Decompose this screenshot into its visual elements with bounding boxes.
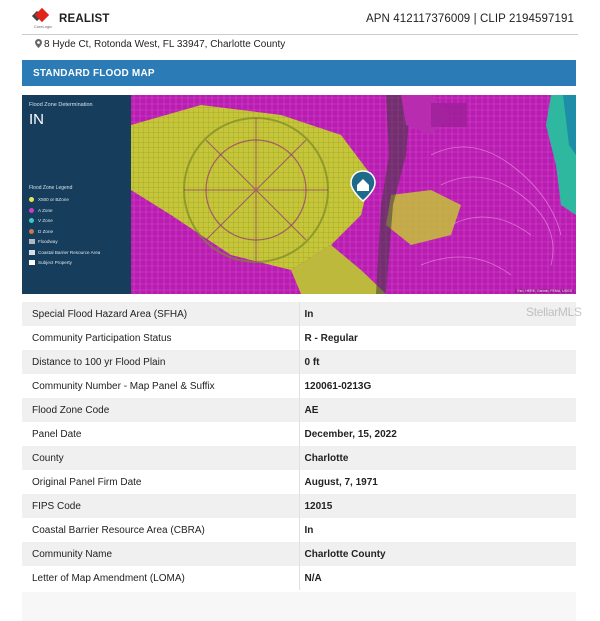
legend-swatch-icon xyxy=(29,260,35,265)
legend-item: Coastal Barrier Resource Area xyxy=(29,249,101,261)
table-row: Panel Date December, 15, 2022 xyxy=(22,422,576,446)
flood-map[interactable]: Flood Zone Determination IN Flood Zone L… xyxy=(22,95,576,294)
table-row: Community Number - Map Panel & Suffix 120… xyxy=(22,374,576,398)
row-value: August, 7, 1971 xyxy=(299,470,576,494)
map-legend-panel: Flood Zone Determination IN Flood Zone L… xyxy=(22,95,131,294)
table-row: Community Name Charlotte County xyxy=(22,542,576,566)
legend-label: A Zone xyxy=(38,207,53,213)
flood-details-table: Special Flood Hazard Area (SFHA) In Commun… xyxy=(22,302,576,590)
map-attribution: Esri, HERE, Garmin, FEMA, USGS xyxy=(515,289,574,293)
row-label: Community Number - Map Panel & Suffix xyxy=(22,374,300,398)
legend-swatch-icon xyxy=(29,218,34,223)
row-label: Special Flood Hazard Area (SFHA) xyxy=(22,302,300,326)
apn-clip: APN 412117376009 | CLIP 2194597191 xyxy=(365,13,574,25)
legend-item: Floodway xyxy=(29,239,100,250)
table-row: Community Participation Status R - Regula… xyxy=(22,326,576,350)
legend-swatch-icon xyxy=(29,228,34,234)
legend-label: Floodway xyxy=(38,239,58,244)
determination-label: Flood Zone Determination xyxy=(29,102,93,108)
watermark: StellarMLS xyxy=(526,305,582,319)
location-pin-icon xyxy=(35,39,42,48)
legend-swatch-icon xyxy=(29,239,35,244)
legend-item: D Zone xyxy=(29,228,100,240)
row-label: County xyxy=(22,446,300,470)
row-label: Original Panel Firm Date xyxy=(22,470,300,494)
row-value: In xyxy=(299,518,576,542)
footer-area xyxy=(22,592,576,621)
legend-item: X500 or BZone xyxy=(29,197,100,208)
table-row: Flood Zone Code AE xyxy=(22,398,576,422)
legend-swatch-icon xyxy=(29,197,34,202)
map-canvas[interactable] xyxy=(131,95,576,294)
property-address: 8 Hyde Ct, Rotonda West, FL 33947, Charl… xyxy=(35,39,285,50)
legend-item: V Zone xyxy=(29,218,100,229)
section-banner: STANDARD FLOOD MAP xyxy=(22,60,576,86)
banner-title: STANDARD FLOOD MAP xyxy=(33,68,155,79)
legend-item: Subject Property xyxy=(29,260,100,271)
row-label: Community Name xyxy=(22,542,300,566)
row-label: FIPS Code xyxy=(22,494,300,518)
legend-label: Subject Property xyxy=(38,260,72,265)
table-row: Coastal Barrier Resource Area (CBRA) In xyxy=(22,518,576,542)
header-divider xyxy=(22,34,578,35)
address-text: 8 Hyde Ct, Rotonda West, FL 33947, Charl… xyxy=(44,39,286,50)
row-label: Letter of Map Amendment (LOMA) xyxy=(22,566,300,590)
row-label: Distance to 100 yr Flood Plain xyxy=(22,350,300,374)
row-value: 120061-0213G xyxy=(299,374,576,398)
legend-list: X500 or BZone A Zone V Zone D Zone Floodway C… xyxy=(29,197,100,271)
row-value: Charlotte County xyxy=(299,542,576,566)
row-value: N/A xyxy=(299,566,576,590)
determination-value: IN xyxy=(29,111,44,128)
table-row: County Charlotte xyxy=(22,446,576,470)
row-value: 12015 xyxy=(299,494,576,518)
table-row: FIPS Code 12015 xyxy=(22,494,576,518)
row-label: Coastal Barrier Resource Area (CBRA) xyxy=(22,518,300,542)
row-value: AE xyxy=(299,398,576,422)
row-value: 0 ft xyxy=(299,350,576,374)
row-value: December, 15, 2022 xyxy=(299,422,576,446)
legend-title: Flood Zone Legend xyxy=(29,185,73,191)
table-row: Original Panel Firm Date August, 7, 1971 xyxy=(22,470,576,494)
brand-name: REALIST xyxy=(59,13,110,25)
row-value: R - Regular xyxy=(299,326,576,350)
legend-label: V Zone xyxy=(38,218,53,223)
legend-item: A Zone xyxy=(29,207,100,219)
legend-label: Coastal Barrier Resource Area xyxy=(38,249,101,255)
report-header: CoreLogic REALIST APN 412117376009 | CLI… xyxy=(22,4,578,38)
corelogic-logo: CoreLogic xyxy=(28,7,56,32)
legend-label: X500 or BZone xyxy=(38,197,69,202)
row-value: Charlotte xyxy=(299,446,576,470)
table-row: Letter of Map Amendment (LOMA) N/A xyxy=(22,566,576,590)
legend-swatch-icon xyxy=(29,207,34,213)
legend-label: D Zone xyxy=(38,228,54,234)
row-label: Panel Date xyxy=(22,422,300,446)
legend-swatch-icon xyxy=(29,249,35,255)
row-label: Community Participation Status xyxy=(22,326,300,350)
row-label: Flood Zone Code xyxy=(22,398,300,422)
table-row: Special Flood Hazard Area (SFHA) In xyxy=(22,302,576,326)
table-row: Distance to 100 yr Flood Plain 0 ft xyxy=(22,350,576,374)
